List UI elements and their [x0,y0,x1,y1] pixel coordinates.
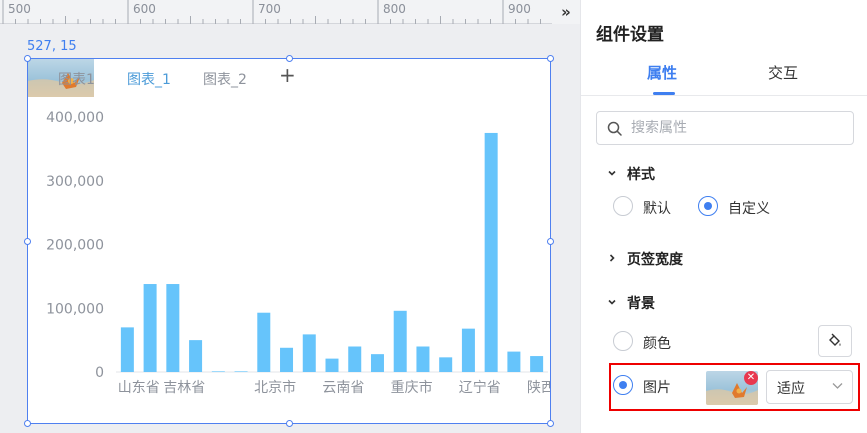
chevron-down-icon[interactable] [607,297,617,307]
bar-贵州省[interactable] [348,346,362,373]
x-tick-label: 山东省 [118,380,160,396]
double-chevron-right-icon[interactable]: » [552,0,580,24]
y-tick-label: 100,000 [46,301,104,317]
y-tick-label: 300,000 [46,174,104,190]
design-canvas[interactable]: 500 600 700 800 900 » 527, 15 图表1 图表_1 图… [0,0,580,433]
horizontal-ruler: 500 600 700 800 900 » [0,0,580,24]
chevron-down-icon [832,383,843,389]
chevron-down-icon[interactable] [607,168,617,178]
widget-tab-bar: 图表1 图表_1 图表_2 + [28,59,550,97]
app-window: 500 600 700 800 900 » 527, 15 图表1 图表_1 图… [0,0,867,433]
background-section-title[interactable]: 背景 [627,293,655,313]
resize-handle-bottom[interactable] [286,420,293,427]
x-tick-label: 北京市 [254,379,296,396]
resize-handle-top-left[interactable] [24,55,31,62]
ruler-label-900: 900 [508,2,531,16]
radio-label-custom: 自定义 [728,201,770,217]
tab-chart-widget[interactable]: 图表1 图表_1 图表_2 + 0 100,000 200,000 300,000 40… [24,55,554,427]
resize-handle-bottom-left[interactable] [24,420,31,427]
search-input[interactable] [631,118,841,138]
ruler-label-800: 800 [383,2,406,16]
bar-四川省[interactable] [370,354,384,372]
x-tick-label: 辽宁省 [459,379,501,396]
bar-甘肃省[interactable] [211,371,225,372]
bar-河北省[interactable] [143,284,157,372]
chevron-right-icon[interactable] [607,253,617,263]
x-tick-label: 云南省 [322,380,364,396]
y-tick-label: 200,000 [46,238,104,254]
tab-chart-underscore-2[interactable]: 图表_2 [203,69,247,89]
x-tick-label: 陕西省 [527,380,550,396]
bar-辽宁省[interactable] [461,328,475,372]
bar-云南省[interactable] [325,358,339,372]
image-fit-select[interactable]: 适应 [766,370,853,404]
radio-label-color: 颜色 [643,336,671,352]
bar-上海市[interactable] [302,334,316,372]
resize-handle-top[interactable] [286,55,293,62]
position-readout: 527, 15 [27,39,77,54]
remove-image-icon[interactable]: ✕ [744,371,758,385]
ruler-label-500: 500 [8,2,31,16]
ruler-label-700: 700 [258,2,281,16]
radio-label-default: 默认 [643,201,671,217]
x-tick-label: 吉林省 [163,380,205,396]
radio-label-image: 图片 [643,380,671,396]
bar-吉林省[interactable] [166,284,180,372]
bar-广东省[interactable] [484,132,498,372]
y-tick-label: 400,000 [46,110,104,126]
resize-handle-right[interactable] [547,238,554,245]
bar-湖南省[interactable] [439,357,453,372]
radio-background-image[interactable] [613,375,633,395]
bar-黑龙江省[interactable] [189,340,203,372]
tab-chart-1[interactable]: 图表1 [58,69,95,89]
ruler-label-600: 600 [133,2,156,16]
resize-handle-left[interactable] [24,238,31,245]
panel-title: 组件设置 [596,25,664,45]
resize-handle-top-right[interactable] [547,55,554,62]
bar-广西省[interactable] [507,351,521,372]
bar-重庆市[interactable] [393,310,407,372]
radio-style-custom[interactable] [698,196,718,216]
radio-style-default[interactable] [613,196,633,216]
y-tick-label: 0 [95,365,104,381]
tab-interaction[interactable]: 交互 [768,62,798,83]
bar-chart: 0 100,000 200,000 300,000 400,000 山东省 吉林省 北京市 云南… [46,110,550,396]
settings-panel: 组件设置 属性 交互 样式 默认 自定义 页签宽度 背景 颜色 [580,0,867,433]
paint-bucket-icon [829,333,841,346]
image-fit-value: 适应 [777,381,805,397]
x-tick-label: 重庆市 [391,379,433,396]
bar-山东省[interactable] [120,327,134,372]
fill-color-button[interactable] [818,325,852,357]
tab-chart-underscore-1[interactable]: 图表_1 [127,69,171,89]
add-tab-icon[interactable]: + [279,65,296,85]
bar-北京市[interactable] [257,312,271,372]
tab-width-section-title[interactable]: 页签宽度 [627,249,683,269]
search-icon [607,121,622,136]
property-search-box[interactable] [596,111,854,145]
panel-divider [581,95,867,96]
resize-handle-bottom-right[interactable] [547,420,554,427]
radio-background-color[interactable] [613,331,633,351]
bar-湖北省[interactable] [416,346,430,373]
tab-properties[interactable]: 属性 [647,62,677,83]
bar-陕西省[interactable] [530,356,544,372]
bar-天津市[interactable] [280,347,294,372]
bar-青海省[interactable] [234,371,248,372]
style-section-title[interactable]: 样式 [627,164,655,184]
